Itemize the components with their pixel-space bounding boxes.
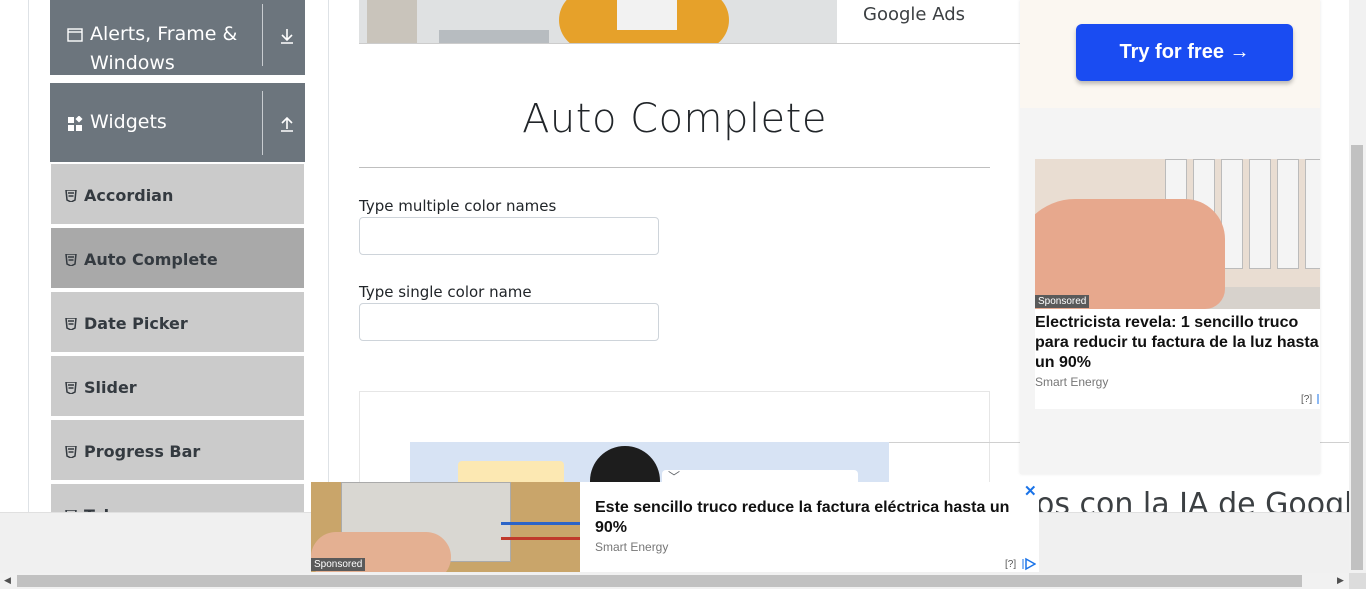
banner-shirt — [617, 0, 677, 30]
sidebar-item-auto-complete[interactable]: Auto Complete — [51, 228, 304, 290]
scroll-left-icon[interactable]: ◀ — [4, 575, 11, 586]
upload-arrow-icon[interactable] — [278, 115, 296, 133]
sidebar-item-date-picker[interactable]: Date Picker — [51, 292, 304, 354]
html5-icon — [65, 382, 77, 394]
left-divider — [28, 0, 29, 515]
adchoices-icon[interactable] — [1022, 557, 1036, 571]
sidebar-group-title: Alerts, Frame & — [90, 23, 238, 45]
sidebar-item-progress-bar[interactable]: Progress Bar — [51, 420, 304, 482]
ad-image[interactable] — [1035, 159, 1320, 309]
sidebar-group-alerts[interactable]: Alerts, Frame & Windows — [50, 0, 305, 75]
vertical-scrollbar[interactable] — [1349, 0, 1366, 573]
sidebar-item-label: Accordian — [84, 186, 174, 205]
sidebar-item-label: Auto Complete — [84, 250, 218, 269]
download-arrow-icon[interactable] — [278, 27, 296, 45]
html5-icon — [65, 446, 77, 458]
horizontal-scroll-thumb[interactable] — [17, 575, 1302, 587]
sidebar-group-title-line2: Windows — [90, 52, 175, 74]
single-color-label: Type single color name — [359, 283, 532, 301]
sidebar-group-widgets[interactable]: Widgets — [50, 83, 305, 162]
banner-laptop — [439, 30, 549, 43]
adchoices-link[interactable]: [?] — [1005, 559, 1016, 570]
sidebar-divider — [328, 0, 329, 515]
breaker — [1249, 159, 1271, 269]
html5-icon — [65, 190, 77, 202]
banner-ad-text[interactable]: Google Ads — [863, 4, 965, 25]
breaker — [1277, 159, 1299, 269]
banner-divider — [837, 43, 1020, 44]
page: Alerts, Frame & Windows Widgets Accordia… — [0, 0, 1366, 589]
sidebar-group-title: Widgets — [90, 111, 167, 133]
close-icon[interactable]: ✕ — [1024, 482, 1037, 500]
group-divider — [262, 91, 263, 155]
vertical-scroll-thumb[interactable] — [1351, 145, 1363, 570]
sidebar-item-label: Progress Bar — [84, 442, 201, 461]
right-ad-panel: Try for free → Sponsored ✕ Electricista … — [1020, 0, 1320, 474]
sponsored-badge: Sponsored — [311, 558, 366, 571]
try-for-free-button[interactable]: Try for free → — [1076, 24, 1293, 81]
adchoices-link[interactable]: [?] — [1301, 394, 1312, 405]
multiple-color-input[interactable] — [359, 217, 659, 255]
group-divider — [262, 4, 263, 66]
banner-ad-image[interactable] — [359, 0, 837, 44]
html5-icon — [65, 318, 77, 330]
scroll-right-icon[interactable]: ▶ — [1337, 575, 1344, 586]
hand — [1035, 199, 1225, 309]
banner-shelf — [367, 0, 417, 43]
multiple-color-label: Type multiple color names — [359, 197, 557, 215]
ad-headline[interactable]: Este sencillo truco reduce la factura el… — [595, 498, 1025, 538]
wire — [501, 522, 580, 525]
bottom-ad[interactable]: Sponsored Este sencillo truco reduce la … — [311, 482, 1039, 572]
scrollbar-corner — [1349, 573, 1366, 589]
widgets-icon — [68, 116, 83, 131]
sidebar-item-label: Slider — [84, 378, 137, 397]
horizontal-scrollbar[interactable]: ◀ ▶ — [0, 573, 1349, 589]
single-color-input[interactable] — [359, 303, 659, 341]
page-title: Auto Complete — [522, 96, 827, 142]
ad-source[interactable]: Smart Energy — [595, 540, 668, 554]
adchoices-icon[interactable] — [1317, 392, 1320, 406]
sidebar-item-slider[interactable]: Slider — [51, 356, 304, 418]
wire — [501, 537, 580, 540]
ad-source[interactable]: Smart Energy — [1035, 375, 1108, 389]
sponsored-badge: Sponsored — [1035, 295, 1090, 308]
sidebar-item-label: Date Picker — [84, 314, 188, 333]
right-ad-card[interactable]: Sponsored ✕ Electricista revela: 1 senci… — [1035, 159, 1320, 409]
ad-headline[interactable]: Electricista revela: 1 sencillo truco pa… — [1035, 313, 1320, 373]
title-divider — [359, 167, 990, 168]
breaker — [1305, 159, 1320, 269]
cta-area: Try for free → — [1020, 0, 1320, 108]
window-icon — [67, 28, 83, 42]
sidebar-item-accordian[interactable]: Accordian — [51, 164, 304, 226]
html5-icon — [65, 254, 77, 266]
